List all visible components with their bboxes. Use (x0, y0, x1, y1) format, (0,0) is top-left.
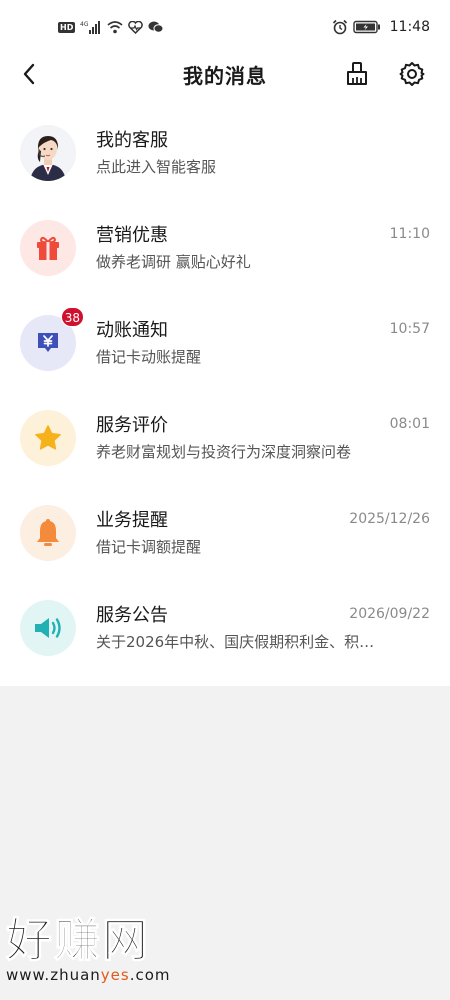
message-title-row: 服务公告 2026/09/22 (96, 599, 430, 629)
page-title: 我的消息 (183, 63, 267, 88)
message-subtitle: 养老财富规划与投资行为深度洞察问卷 (96, 443, 352, 461)
message-subtitle: 做养老调研 赢贴心好礼 (96, 253, 251, 271)
message-subtitle: 借记卡动账提醒 (96, 348, 202, 366)
message-text: 服务评价 08:01 养老财富规划与投资行为深度洞察问卷 (96, 409, 430, 462)
message-time: 11:10 (389, 226, 430, 242)
clear-read-button[interactable] (341, 58, 373, 90)
unread-badge: 38 (60, 307, 84, 327)
settings-button[interactable] (396, 58, 428, 90)
watermark: 好赚网 www.zhuanyes.com (6, 912, 206, 985)
message-title: 动账通知 (96, 320, 168, 341)
watermark-url-pre: www.zhuan (6, 966, 101, 984)
customer-service-avatar (20, 125, 76, 181)
status-left: HD 4G (58, 20, 164, 34)
health-heart-icon (128, 20, 144, 34)
top-area: HD 4G 11:48 我的消息 我的客服 点此进入智能客服 营销优惠 11:1… (0, 0, 450, 686)
message-subtitle: 点此进入智能客服 (96, 158, 217, 176)
watermark-url-accent: yes (100, 966, 130, 984)
message-text: 我的客服 点此进入智能客服 (96, 124, 430, 177)
message-title: 营销优惠 (96, 225, 168, 246)
message-item-account-notice[interactable]: 38 动账通知 10:57 借记卡动账提醒 (0, 296, 450, 391)
messages-page: HD 4G 11:48 我的消息 我的客服 点此进入智能客服 营销优惠 11:1… (0, 0, 450, 1000)
wechat-icon (148, 20, 164, 34)
message-title-row: 动账通知 10:57 (96, 314, 430, 344)
star-icon-circle (20, 410, 76, 466)
message-text: 动账通知 10:57 借记卡动账提醒 (96, 314, 430, 367)
broom-icon (347, 62, 367, 85)
chevron-left-icon (23, 63, 35, 85)
avatar-wrap (20, 410, 76, 466)
message-item-business-reminder[interactable]: 业务提醒 2025/12/26 借记卡调额提醒 (0, 486, 450, 581)
yuan-message-icon (38, 333, 58, 352)
message-time: 2025/12/26 (349, 511, 430, 527)
signal-icon: 4G (80, 20, 102, 34)
message-subtitle: 借记卡调额提醒 (96, 538, 202, 556)
message-time: 08:01 (389, 416, 430, 432)
alarm-icon (332, 19, 348, 35)
message-title-row: 业务提醒 2025/12/26 (96, 504, 430, 534)
message-text: 营销优惠 11:10 做养老调研 赢贴心好礼 (96, 219, 430, 272)
message-item-marketing[interactable]: 营销优惠 11:10 做养老调研 赢贴心好礼 (0, 201, 450, 296)
message-title: 我的客服 (96, 130, 168, 151)
gift-icon-circle (20, 220, 76, 276)
svg-text:4G: 4G (80, 21, 89, 28)
message-subtitle: 关于2026年中秋、国庆假期积利金、积… (96, 633, 375, 651)
header: 我的消息 (0, 54, 450, 94)
message-time: 2026/09/22 (349, 606, 430, 622)
status-right: 11:48 (332, 19, 430, 35)
battery-icon (352, 20, 381, 34)
watermark-logo-text: 好赚网 (6, 913, 150, 968)
hd-icon: HD (58, 21, 76, 33)
message-item-service-announcement[interactable]: 服务公告 2026/09/22 关于2026年中秋、国庆假期积利金、积… (0, 581, 450, 676)
avatar-wrap (20, 600, 76, 656)
message-text: 服务公告 2026/09/22 关于2026年中秋、国庆假期积利金、积… (96, 599, 430, 652)
speaker-icon (35, 618, 61, 638)
bell-icon-circle (20, 505, 76, 561)
message-title: 业务提醒 (96, 510, 168, 531)
avatar-wrap (20, 220, 76, 276)
back-button[interactable] (14, 58, 44, 90)
status-bar: HD 4G 11:48 (0, 0, 450, 54)
watermark-url: www.zhuanyes.com (6, 966, 206, 984)
message-text: 业务提醒 2025/12/26 借记卡调额提醒 (96, 504, 430, 557)
avatar-wrap (20, 505, 76, 561)
bell-icon (37, 519, 59, 546)
status-time: 11:48 (389, 19, 430, 35)
wifi-icon (107, 20, 123, 34)
watermark-url-post: .com (129, 966, 171, 984)
message-time: 10:57 (389, 321, 430, 337)
message-item-service-rating[interactable]: 服务评价 08:01 养老财富规划与投资行为深度洞察问卷 (0, 391, 450, 486)
avatar-wrap (20, 125, 76, 181)
gift-icon (37, 236, 59, 260)
message-title-row: 营销优惠 11:10 (96, 219, 430, 249)
message-title-row: 服务评价 08:01 (96, 409, 430, 439)
message-list: 我的客服 点此进入智能客服 营销优惠 11:10 做养老调研 赢贴心好礼 38 … (0, 94, 450, 686)
message-title-row: 我的客服 (96, 124, 430, 154)
speaker-icon-circle (20, 600, 76, 656)
avatar-wrap: 38 (20, 307, 84, 371)
gear-icon (399, 62, 425, 86)
star-icon (35, 425, 61, 450)
message-title: 服务公告 (96, 605, 168, 626)
message-item-customer-service[interactable]: 我的客服 点此进入智能客服 (0, 106, 450, 201)
message-title: 服务评价 (96, 415, 168, 436)
